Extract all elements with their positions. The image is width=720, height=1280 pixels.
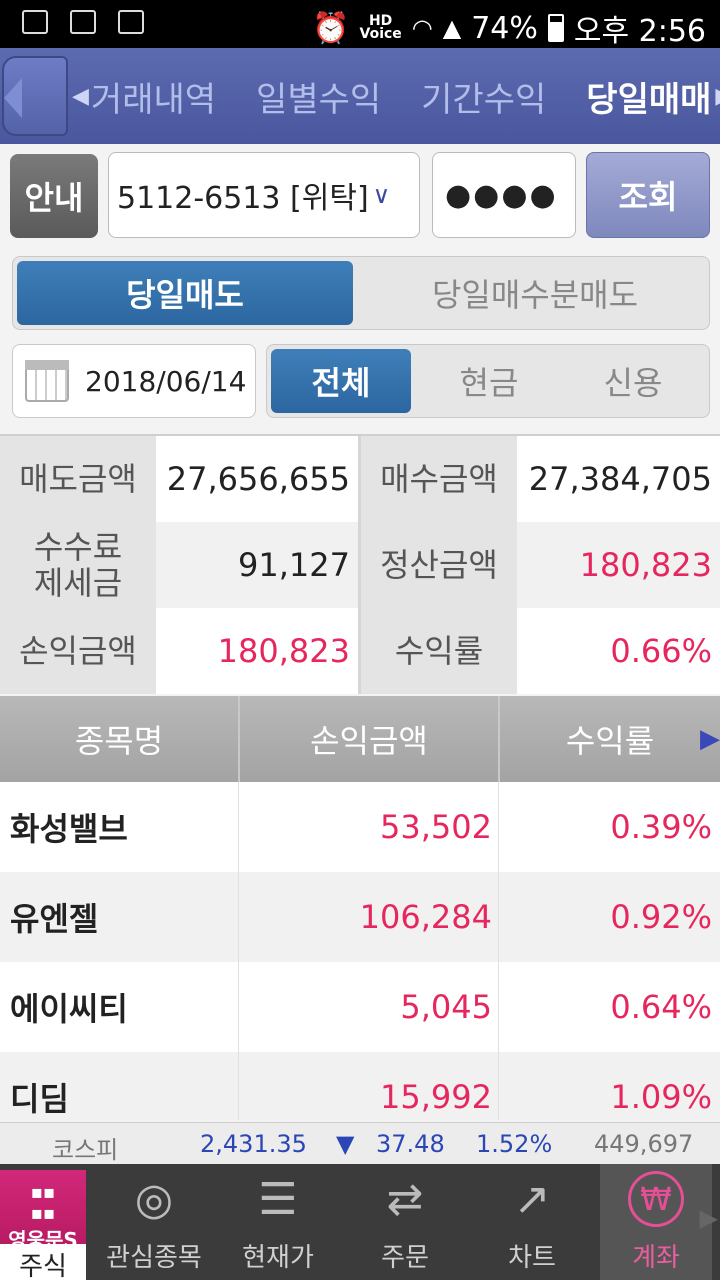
nav-more-arrow-icon[interactable]: ▶ [700,1204,718,1232]
table-row[interactable]: 유엔젤 106,284 0.92% [0,872,720,962]
nav-current-price[interactable]: ☰ 현재가 [218,1164,338,1280]
stock-pl: 5,045 [400,988,492,1026]
bottom-nav: ▪▪ ▪▪ 영웅문S 주식 ◎ 관심종목 ☰ 현재가 ⇄ 주문 ↗ 차트 ₩ 계좌… [0,1164,720,1280]
index-value: 2,431.35 [200,1130,307,1158]
buy-amount-label: 매수금액 [361,436,517,522]
next-column-icon[interactable]: ▶ [700,696,720,782]
date-value: 2018/06/14 [85,364,247,398]
battery-icon [547,14,564,42]
battery-percent: 74% [471,10,538,46]
stock-pl: 106,284 [359,898,492,936]
index-change: 37.48 [376,1130,445,1158]
pl-label: 손익금액 [0,608,156,694]
summary-divider [358,436,361,694]
top-tab-bar: ◀ 거래내역 일별수익 기간수익 당일매매 ▶ [0,48,720,144]
password-field[interactable]: ●●●● [432,152,576,238]
settle-value: 180,823 [517,522,720,608]
stock-pl: 53,502 [380,808,492,846]
nav-stock[interactable]: ▪▪ ▪▪ 영웅문S 주식 [0,1170,86,1280]
fee-tax-label: 수수료 제세금 [0,522,156,608]
hd-voice-icon: HD Voice [359,13,402,42]
brand-logo: ▪▪ ▪▪ 영웅문S [0,1170,86,1252]
stock-pl: 15,992 [380,1078,492,1116]
table-row[interactable]: 화성밸브 53,502 0.39% [0,782,720,872]
table-row[interactable]: 디딤 15,992 1.09% [0,1052,720,1120]
index-pct: 1.52% [476,1130,553,1158]
col-rate-header[interactable]: 수익률 [500,696,720,782]
stock-rate: 0.92% [610,898,712,936]
chart-icon: ↗ [513,1173,551,1225]
col-name-header[interactable]: 종목명 [0,696,238,782]
nav-watchlist[interactable]: ◎ 관심종목 [96,1164,212,1280]
stock-name: 에이씨티 [10,990,128,1028]
stock-rate: 0.64% [610,988,712,1026]
stock-rate: 0.39% [610,808,712,846]
stock-rate: 1.09% [610,1078,712,1116]
fee-tax-value: 91,127 [156,522,358,608]
order-icon: ⇄ [386,1173,424,1225]
buy-amount-value: 27,384,705 [517,436,720,522]
filter-cash[interactable]: 현금 [419,349,559,413]
segment-today-sell[interactable]: 당일매도 [17,261,353,325]
table-row[interactable]: 에이씨티 5,045 0.64% [0,962,720,1052]
won-icon: ₩ [628,1171,684,1227]
stock-name: 디딤 [10,1080,69,1118]
nav-account[interactable]: ₩ 계좌 [600,1164,712,1280]
tab-trade-history[interactable]: 거래내역 [89,72,236,121]
index-name: 코스피 [52,1136,119,1164]
table-body: 화성밸브 53,502 0.39% 유엔젤 106,284 0.92% 에이씨티… [0,782,720,1120]
down-arrow-icon: ▼ [336,1130,355,1158]
tab-daily-profit[interactable]: 일별수익 [236,72,401,121]
settle-label: 정산금액 [361,522,517,608]
filter-credit[interactable]: 신용 [563,349,703,413]
stock-name: 화성밸브 [10,810,128,848]
query-button[interactable]: 조회 [586,152,710,238]
nav-order[interactable]: ⇄ 주문 [346,1164,464,1280]
account-number: 5112-6513 [위탁] [117,181,369,216]
signal-icon: ▲ [442,14,462,42]
watchlist-icon: ◎ [134,1173,174,1225]
tab-period-profit[interactable]: 기간수익 [401,72,566,121]
clock: 오후 2:56 [573,14,706,49]
calendar-icon [25,360,69,402]
sell-amount-value: 27,656,655 [156,436,358,522]
back-button[interactable] [2,56,68,136]
col-pl-header[interactable]: 손익금액 [240,696,498,782]
filter-segment: 전체 현금 신용 [266,344,710,418]
stock-name: 유엔젤 [10,900,99,938]
summary-grid: 매도금액 27,656,655 매수금액 27,384,705 수수료 제세금 … [0,434,720,694]
price-icon: ☰ [258,1173,298,1225]
wifi-icon: ◠ [411,14,433,42]
status-bar: ⏰ HD Voice ◠ ▲ 74% 오후 2:56 [0,0,720,49]
segment-today-buy-sell[interactable]: 당일매수분매도 [363,261,707,325]
grid-icon: ▪▪ ▪▪ [30,1182,56,1224]
return-label: 수익률 [361,608,517,694]
tab-left-arrow-icon[interactable]: ◀ [72,84,89,109]
chevron-down-icon: ∨ [372,181,391,209]
index-ticker[interactable]: 코스피 2,431.35 ▼ 37.48 1.52% 449,697 [0,1122,720,1164]
tab-right-arrow-icon[interactable]: ▶ [715,84,720,109]
return-value: 0.66% [517,608,720,694]
date-picker[interactable]: 2018/06/14 [12,344,256,418]
account-row: 안내 5112-6513 [위탁] ∨ ●●●● 조회 [0,144,720,248]
gallery-notification-icon [22,10,48,34]
sell-amount-label: 매도금액 [0,436,156,522]
filter-all[interactable]: 전체 [271,349,411,413]
pl-value: 180,823 [156,608,358,694]
tab-today-trade[interactable]: 당일매매 [566,72,715,121]
sell-type-segment: 당일매도 당일매수분매도 [12,256,710,330]
mail-notification-icon [70,10,96,34]
index-volume: 449,697 [594,1130,694,1158]
table-header: 종목명 손익금액 수익률 ▶ [0,696,720,782]
info-button[interactable]: 안내 [10,154,98,238]
alarm-icon: ⏰ [312,10,350,46]
nav-chart[interactable]: ↗ 차트 [472,1164,592,1280]
account-select[interactable]: 5112-6513 [위탁] ∨ [108,152,420,238]
app-notification-icon [118,10,144,34]
